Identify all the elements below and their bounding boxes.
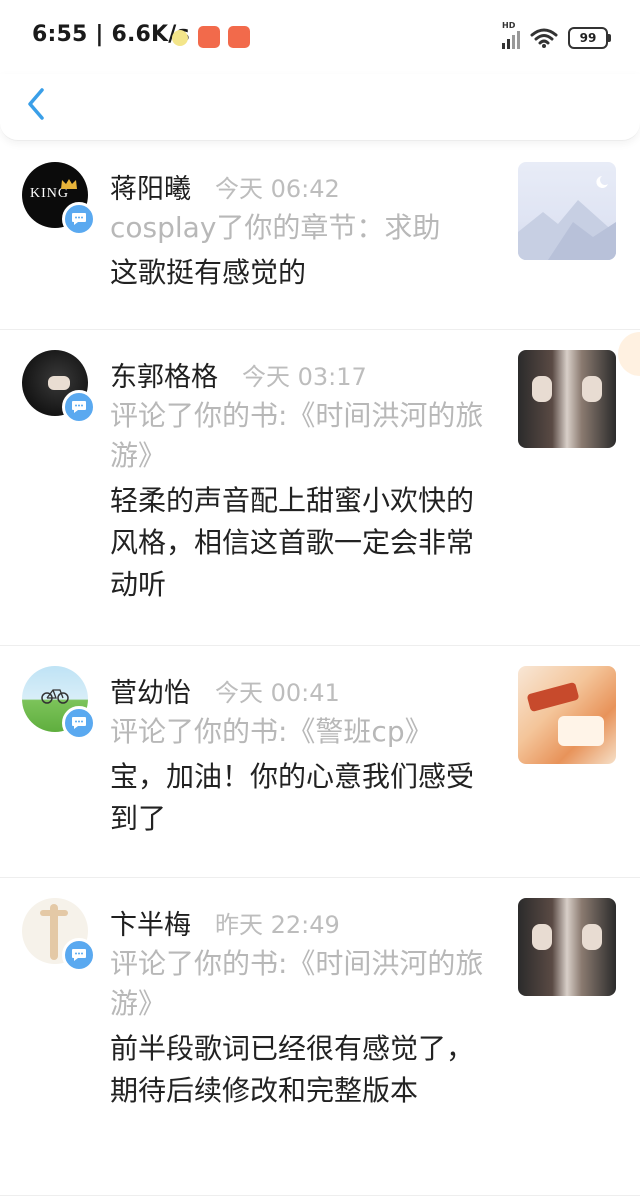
status-time: 6:55 | 6.6K/s (32, 22, 190, 47)
book-cover-thumbnail[interactable] (518, 350, 616, 448)
user-name[interactable]: 蒋阳曦 (110, 167, 191, 206)
name-row: 卞半梅 昨天 22:49 (110, 902, 500, 942)
battery-icon: 99 (568, 27, 611, 49)
avatar-container[interactable] (22, 898, 96, 972)
weather-app-icon (172, 30, 188, 46)
user-name[interactable]: 卞半梅 (110, 903, 191, 942)
comment-badge (62, 706, 96, 740)
comment-text: 前半段歌词已经很有感觉了，期待后续修改和完整版本 (110, 1032, 475, 1107)
back-button[interactable] (16, 82, 56, 126)
battery-level: 99 (579, 31, 597, 45)
placeholder-mountain-image (518, 176, 616, 260)
timestamp: 今天 03:17 (242, 362, 367, 391)
status-indicators: HD 99 (502, 21, 611, 52)
app-notification-icon (228, 26, 250, 48)
avatar-container[interactable]: KING (22, 162, 96, 236)
action-text: 评论了你的书:《时间洪河的旅游》 (110, 947, 484, 1020)
timestamp: 今天 06:42 (215, 174, 340, 203)
avatar-container[interactable] (22, 666, 96, 740)
name-row: 蒋阳曦 今天 06:42 (110, 166, 500, 206)
chevron-left-icon (28, 88, 44, 120)
name-row: 东郭格格 今天 03:17 (110, 354, 500, 394)
chat-bubble-icon (72, 717, 86, 729)
notification-item[interactable]: KING 蒋阳曦 今天 06:42 cosplay了你的章节：求助 这歌挺有感觉… (0, 142, 640, 330)
bicycle-icon (41, 689, 69, 704)
user-name[interactable]: 菅幼怡 (110, 671, 191, 710)
action-text: 评论了你的书:《警班cp》 (110, 715, 433, 748)
book-cover-thumbnail[interactable] (518, 898, 616, 996)
clock-time: 6:55 (32, 22, 88, 47)
comment-badge (62, 202, 96, 236)
comment-text: 这歌挺有感觉的 (110, 256, 307, 289)
app-notification-icon (198, 26, 220, 48)
status-bar: 6:55 | 6.6K/s HD 99 (0, 0, 640, 74)
comment-badge (62, 938, 96, 972)
timestamp: 昨天 22:49 (215, 910, 340, 939)
chat-bubble-icon (72, 213, 86, 225)
action-text: 评论了你的书:《时间洪河的旅游》 (110, 399, 484, 472)
wifi-icon (530, 28, 558, 48)
content-thumbnail[interactable] (518, 162, 616, 260)
chat-bubble-icon (72, 949, 86, 961)
comment-text: 宝，加油！你的心意我们感受到了 (110, 760, 475, 835)
name-row: 菅幼怡 今天 00:41 (110, 670, 500, 710)
comment-text: 轻柔的声音配上甜蜜小欢快的风格，相信这首歌一定会非常动听 (110, 484, 475, 601)
notification-content: 卞半梅 昨天 22:49 评论了你的书:《时间洪河的旅游》 前半段歌词已经很有感… (110, 878, 500, 1112)
notification-item[interactable]: 卞半梅 昨天 22:49 评论了你的书:《时间洪河的旅游》 前半段歌词已经很有感… (0, 878, 640, 1196)
action-text: cosplay了你的章节：求助 (110, 211, 441, 244)
notification-item[interactable]: 东郭格格 今天 03:17 评论了你的书:《时间洪河的旅游》 轻柔的声音配上甜蜜… (0, 330, 640, 646)
top-nav-bar (0, 74, 640, 141)
comment-badge (62, 390, 96, 424)
crown-icon (61, 179, 77, 189)
cellular-signal-icon: HD (502, 21, 520, 49)
chat-bubble-icon (72, 401, 86, 413)
notification-list: KING 蒋阳曦 今天 06:42 cosplay了你的章节：求助 这歌挺有感觉… (0, 142, 640, 1196)
notification-item[interactable]: 菅幼怡 今天 00:41 评论了你的书:《警班cp》 宝，加油！你的心意我们感受… (0, 646, 640, 878)
avatar-container[interactable] (22, 350, 96, 424)
user-name[interactable]: 东郭格格 (110, 355, 218, 394)
hd-label: HD (502, 21, 516, 30)
timestamp: 今天 00:41 (215, 678, 340, 707)
book-cover-thumbnail[interactable] (518, 666, 616, 764)
notification-content: 菅幼怡 今天 00:41 评论了你的书:《警班cp》 宝，加油！你的心意我们感受… (110, 646, 500, 840)
notification-content: 蒋阳曦 今天 06:42 cosplay了你的章节：求助 这歌挺有感觉的 (110, 142, 500, 294)
notification-content: 东郭格格 今天 03:17 评论了你的书:《时间洪河的旅游》 轻柔的声音配上甜蜜… (110, 330, 500, 606)
